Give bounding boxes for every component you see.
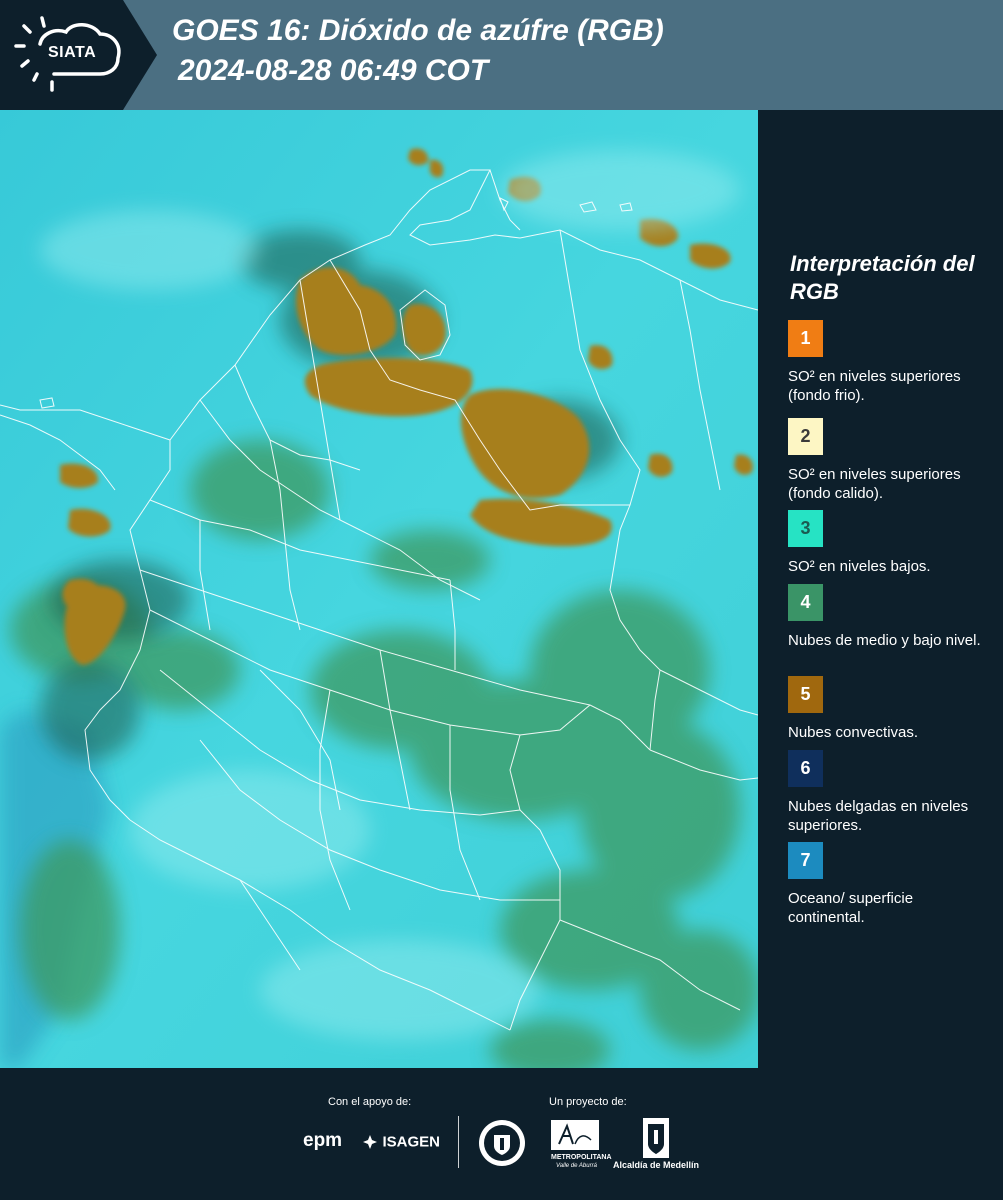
header: SIATA GOES 16: Dióxido de azúfre (RGB) 2… [0,0,1003,110]
legend-label: Nubes delgadas en niveles superiores. [788,798,969,834]
legend-panel: Interpretación del RGB 1 SO² en niveles … [772,110,1003,1068]
footer: Con el apoyo de: Un proyecto de: epm ISA… [0,1068,1003,1200]
logo-text: SIATA [48,44,97,61]
legend-swatch: 2 [788,418,823,455]
legend-item-6: 6 Nubes delgadas en niveles superiores. [788,750,993,835]
legend-label: Nubes convectivas. [788,724,919,741]
timestamp: 2024-08-28 06:49 COT [178,54,489,87]
isagen-logo: ISAGEN [362,1133,440,1151]
support-caption: Con el apoyo de: [328,1096,412,1108]
legend-label: Nubes de medio y bajo nivel. [788,632,981,649]
legend-swatch: 5 [788,676,823,713]
legend-item-2: 2 SO² en niveles superiores (fondo calid… [788,418,993,503]
legend-swatch: 7 [788,842,823,879]
legend-label: SO² en niveles superiores (fondo calido)… [788,466,961,502]
footer-divider [458,1116,459,1168]
satellite-map [0,110,758,1068]
legend-swatch: 1 [788,320,823,357]
area-metropolitana-logo-icon [551,1120,599,1150]
legend-item-4: 4 Nubes de medio y bajo nivel. [788,584,993,650]
legend-item-1: 1 SO² en niveles superiores (fondo frio)… [788,320,993,405]
epm-logo-text: epm [303,1130,343,1151]
legend-label: SO² en niveles superiores (fondo frio). [788,368,961,404]
legend-title: Interpretación del RGB [790,251,975,304]
legend-swatch: 4 [788,584,823,621]
alcaldia-shield-icon [643,1118,669,1158]
legend-swatch: 3 [788,510,823,547]
isagen-logo-text: ISAGEN [382,1133,440,1151]
legend-item-7: 7 Oceano/ superficie continental. [788,842,993,927]
area-line2: Valle de Aburrá [556,1163,597,1169]
legend-item-5: 5 Nubes convectivas. [788,676,993,742]
project-caption: Un proyecto de: [549,1096,627,1108]
satellite-image [0,110,758,1068]
epm-logo: epm [303,1130,342,1152]
page-title: GOES 16: Dióxido de azúfre (RGB) [172,14,664,47]
area-line1: METROPOLITANA [551,1154,612,1161]
siata-logo: SIATA [14,14,126,94]
legend-item-3: 3 SO² en niveles bajos. [788,510,993,576]
isagen-star-icon [363,1134,377,1149]
alcaldia-text: Alcaldía de Medellín [613,1160,700,1170]
legend-label: SO² en niveles bajos. [788,558,931,575]
legend-swatch: 6 [788,750,823,787]
medellin-seal-icon [479,1120,525,1166]
legend-label: Oceano/ superficie continental. [788,890,914,926]
